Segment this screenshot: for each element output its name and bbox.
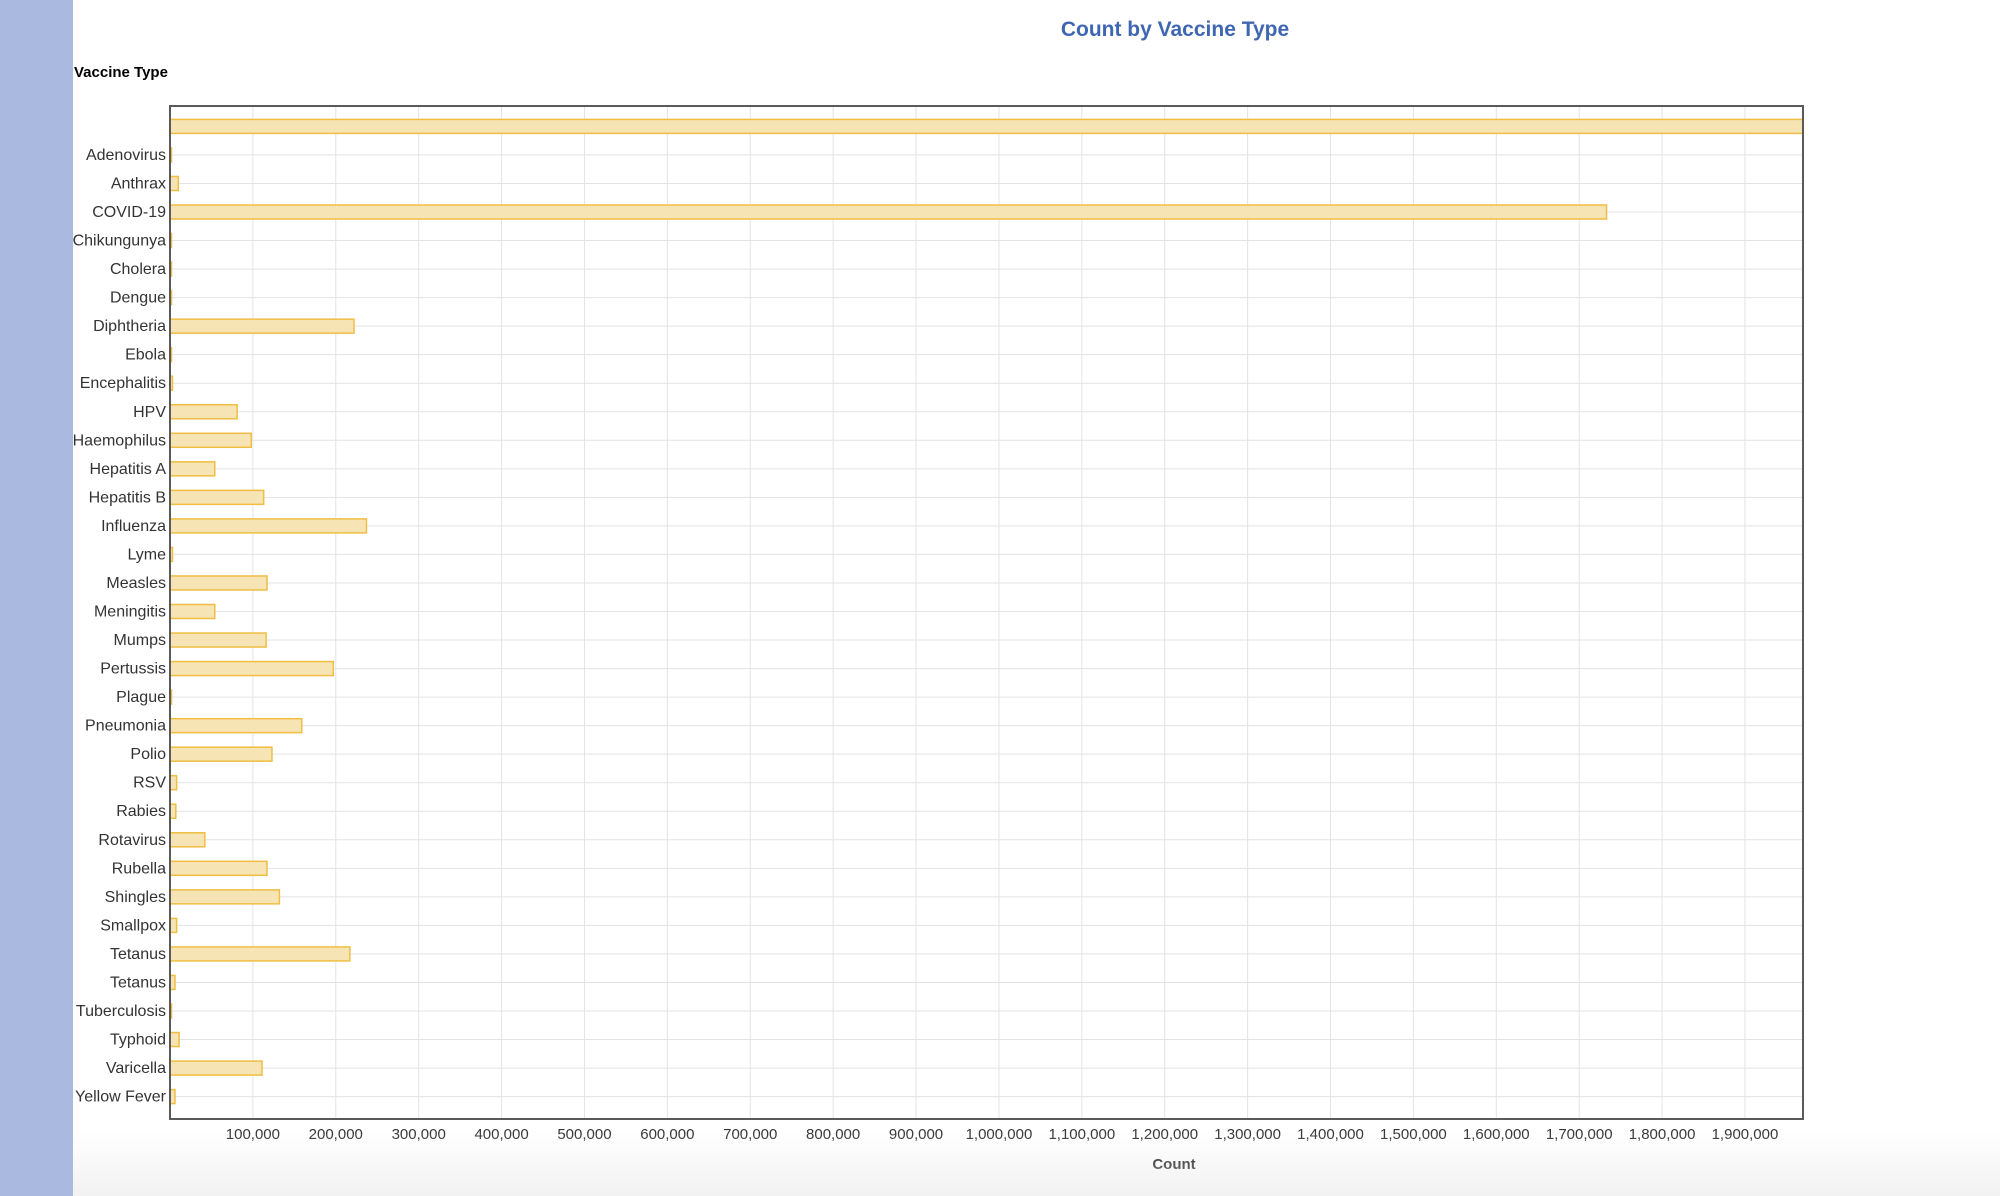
x-tick-label: 1,200,000 (1131, 1126, 1198, 1143)
x-tick-label: 600,000 (640, 1126, 694, 1143)
category-label: Measles (106, 575, 166, 592)
category-label: Adenovirus (86, 147, 166, 164)
x-tick-label: 400,000 (474, 1126, 528, 1143)
bar-typhoid (169, 1031, 180, 1048)
category-label: RSV (133, 775, 166, 792)
category-label: Haemophilus (73, 432, 166, 449)
category-label: Pertussis (100, 661, 166, 678)
x-tick-label: 800,000 (806, 1126, 860, 1143)
x-tick-label: 1,500,000 (1380, 1126, 1447, 1143)
bar-influenza (169, 518, 368, 534)
category-label: Ebola (125, 347, 166, 364)
bar-covid-19 (169, 204, 1608, 220)
bar-rubella (169, 860, 268, 877)
x-tick-label: 900,000 (889, 1126, 943, 1143)
category-label: Anthrax (111, 175, 166, 192)
category-label: Tetanus (110, 946, 166, 963)
x-tick-label: 1,600,000 (1463, 1126, 1530, 1143)
bar-mumps (169, 632, 267, 648)
category-label: Typhoid (110, 1032, 166, 1049)
category-label: Encephalitis (80, 375, 166, 392)
bar-polio (169, 746, 273, 762)
x-tick-label: 300,000 (392, 1126, 446, 1143)
bar-hepatitis-b (169, 489, 265, 506)
plot-frame (169, 105, 1804, 1120)
category-label: Hepatitis A (90, 461, 167, 478)
category-label: Plague (116, 689, 166, 706)
category-labels: Adenovirus Anthrax COVID-19 Chikungunya Chol… (73, 147, 167, 1106)
category-label: Tetanus (110, 974, 166, 991)
category-label: Rubella (112, 860, 166, 877)
bar-diphtheria (169, 318, 355, 334)
category-label: HPV (133, 404, 166, 421)
category-label: Mumps (114, 632, 166, 649)
bar-hpv (169, 404, 238, 420)
category-label: Lyme (127, 546, 166, 563)
category-label: COVID-19 (92, 204, 166, 221)
x-tick-label: 1,700,000 (1546, 1126, 1613, 1143)
bar-hepatitis-a (169, 461, 216, 477)
bar-haemophilus (169, 432, 252, 449)
grid-lines (170, 106, 1803, 1119)
bar-varicella (169, 1060, 263, 1076)
bar-pneumonia (169, 717, 303, 734)
x-tick-label: 1,400,000 (1297, 1126, 1364, 1143)
bar-rotavirus (169, 832, 206, 848)
x-tick-label: 100,000 (226, 1126, 280, 1143)
bar-tetanus (169, 946, 351, 962)
category-label: Pneumonia (85, 718, 166, 735)
x-tick-labels: 100,000 200,000 300,000 400,000 500,000 600,0… (226, 1126, 1779, 1143)
category-label: Dengue (110, 290, 166, 307)
category-label: Smallpox (100, 917, 166, 934)
category-label: Polio (130, 746, 166, 763)
bar-pertussis (169, 660, 335, 677)
x-tick-label: 1,300,000 (1214, 1126, 1281, 1143)
x-tick-label: 1,000,000 (966, 1126, 1033, 1143)
category-label: Cholera (110, 261, 166, 278)
x-tick-label: 1,100,000 (1048, 1126, 1115, 1143)
x-tick-label: 1,800,000 (1629, 1126, 1696, 1143)
x-tick-label: 1,900,000 (1712, 1126, 1779, 1143)
category-label: Shingles (105, 889, 166, 906)
category-label: Rotavirus (98, 832, 166, 849)
bar-shingles (169, 889, 281, 905)
category-label: Yellow Fever (75, 1089, 167, 1106)
bar-blank (169, 118, 1804, 135)
category-label: Tuberculosis (76, 1003, 166, 1020)
bar-chart: Adenovirus Anthrax COVID-19 Chikungunya Chol… (73, 105, 1804, 1143)
category-label: Diphtheria (93, 318, 166, 335)
category-label: Meningitis (94, 604, 166, 621)
bar-measles (169, 575, 268, 591)
category-label: Influenza (101, 518, 166, 535)
x-tick-label: 500,000 (557, 1126, 611, 1143)
bar-anthrax (169, 175, 180, 192)
x-tick-label: 700,000 (723, 1126, 777, 1143)
x-tick-label: 200,000 (309, 1126, 363, 1143)
category-label: Rabies (116, 803, 166, 820)
bar-meningitis (169, 603, 216, 620)
category-label: Chikungunya (73, 233, 167, 250)
category-label: Varicella (106, 1060, 166, 1077)
category-label: Hepatitis B (89, 489, 166, 506)
